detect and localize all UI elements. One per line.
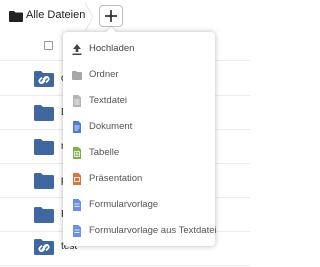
menu-item-presentation[interactable]: Präsentation (63, 166, 215, 192)
menu-item-label: Hochladen (89, 43, 135, 54)
menu-item-label: Ordner (89, 69, 119, 80)
menu-item-spreadsheet[interactable]: Tabelle (63, 140, 215, 166)
folder-icon (34, 173, 54, 189)
breadcrumb-separator-icon (84, 3, 94, 31)
form-template-icon (73, 199, 81, 211)
presentation-icon (73, 173, 81, 185)
new-button[interactable] (99, 5, 123, 27)
menu-item-label: Tabelle (89, 147, 120, 158)
breadcrumb-home[interactable]: Alle Dateien (26, 9, 85, 21)
folder-icon (72, 71, 82, 80)
menu-item-label: Dokument (89, 121, 133, 132)
form-template-icon (73, 225, 81, 237)
menu-item-label: Textdatei (89, 95, 128, 106)
shared-folder-icon (34, 71, 54, 87)
text-file-icon (73, 95, 81, 107)
menu-item-document[interactable]: Dokument (63, 114, 215, 140)
folder-icon (34, 207, 54, 223)
folder-icon (34, 105, 54, 121)
menu-item-upload[interactable]: Hochladen (63, 36, 215, 62)
menu-item-label: Formularvorlage aus Textdatei (89, 225, 217, 236)
menu-item-label: Präsentation (89, 173, 143, 184)
spreadsheet-icon (73, 147, 81, 159)
upload-icon (72, 44, 82, 55)
shared-folder-icon (34, 239, 54, 255)
folder-icon[interactable] (9, 11, 23, 22)
breadcrumb: Alle Dateien (0, 0, 250, 34)
document-icon (73, 121, 81, 133)
folder-icon (34, 139, 54, 155)
select-all-checkbox[interactable] (44, 41, 53, 50)
menu-item-form-template-from-text[interactable]: Formularvorlage aus Textdatei (63, 218, 217, 244)
menu-item-form-template[interactable]: Formularvorlage (63, 192, 215, 218)
menu-arrow (105, 27, 117, 33)
menu-item-folder[interactable]: Ordner (63, 62, 215, 88)
plus-icon (105, 10, 117, 22)
menu-item-text-file[interactable]: Textdatei (63, 88, 215, 114)
menu-item-label: Formularvorlage (89, 199, 159, 210)
